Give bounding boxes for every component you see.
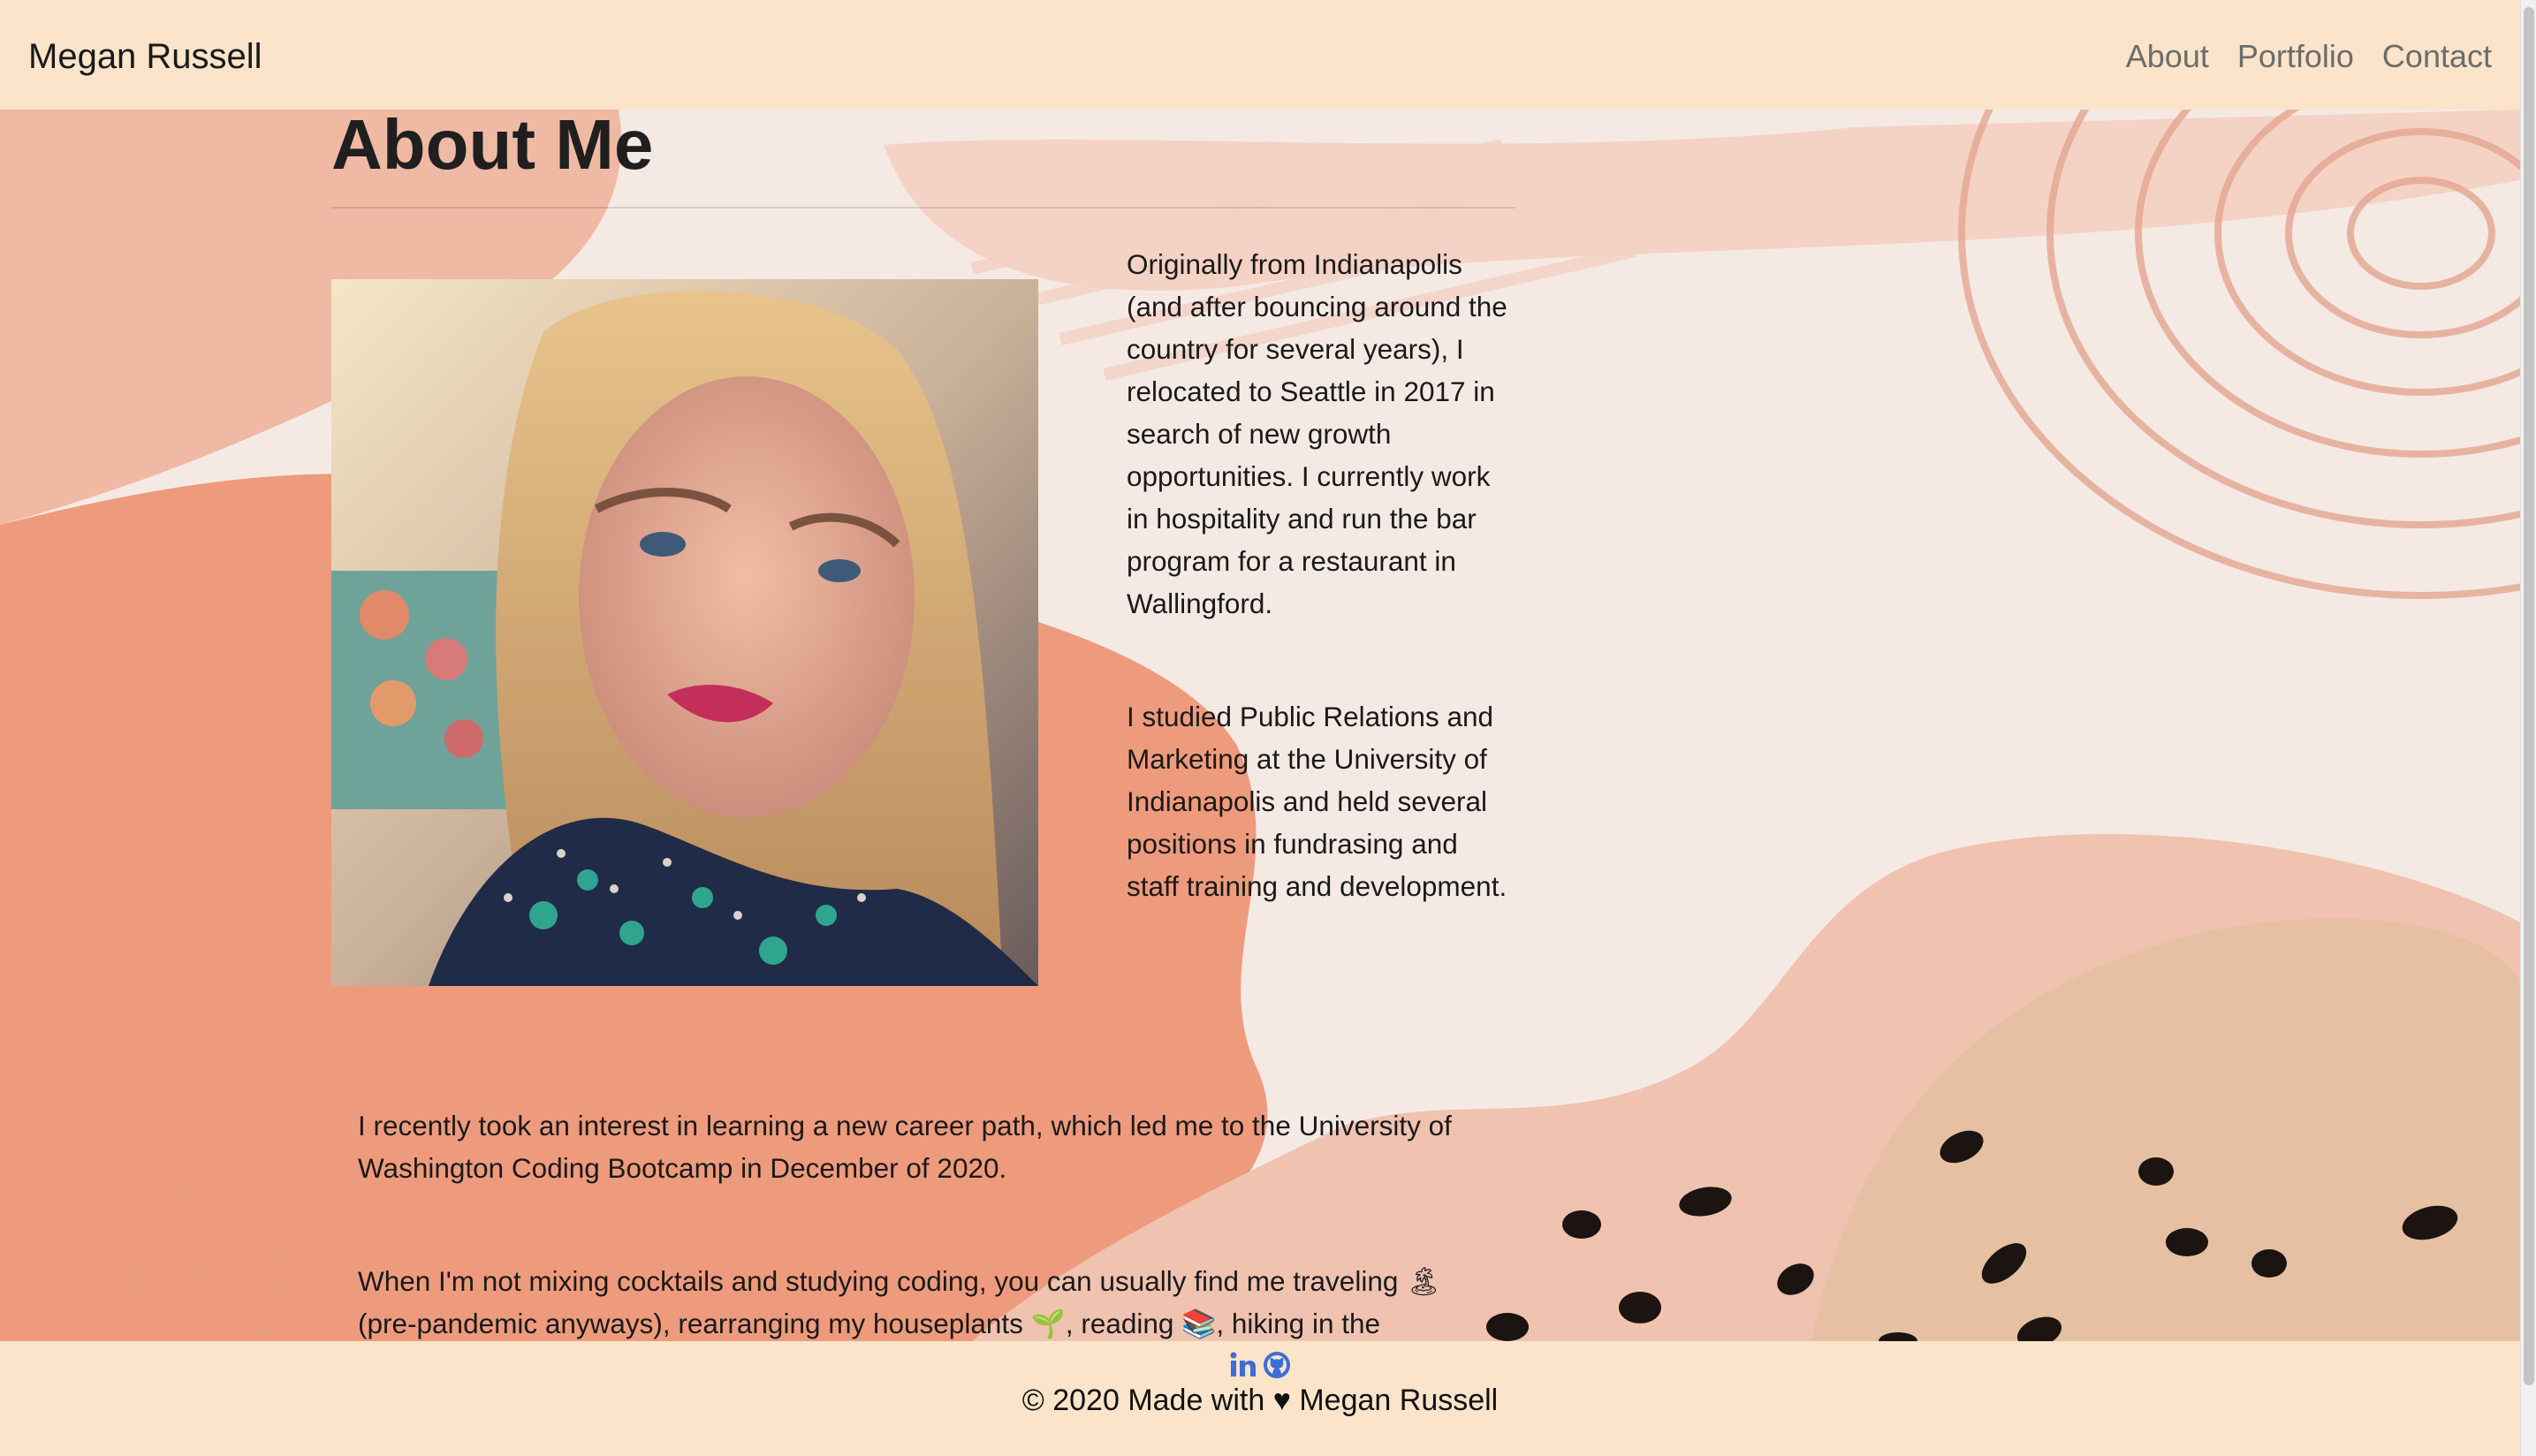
about-paragraph: When I'm not mixing cocktails and studyi… xyxy=(358,1265,1442,1339)
nav-contact-link[interactable]: Contact xyxy=(2382,38,2492,75)
bio-paragraph: I studied Public Relations and Marketing… xyxy=(1127,701,1507,902)
bio-column: Originally from Indianapolis (and after … xyxy=(1127,243,1515,978)
social-links xyxy=(1228,1350,1292,1380)
page-title: About Me xyxy=(331,104,1515,209)
about-section: About Me xyxy=(331,104,1515,209)
github-icon[interactable] xyxy=(1262,1350,1292,1380)
linkedin-icon[interactable] xyxy=(1228,1350,1258,1380)
nav-about-link[interactable]: About xyxy=(2126,38,2209,75)
footer: © 2020 Made with ♥ Megan Russell xyxy=(0,1341,2520,1456)
profile-photo xyxy=(331,279,1038,986)
copyright-text: © 2020 Made with ♥ Megan Russell xyxy=(1021,1384,1499,1417)
brand-link[interactable]: Megan Russell xyxy=(28,37,262,77)
nav-links: About Portfolio Contact xyxy=(2126,38,2492,75)
scrollbar-thumb[interactable] xyxy=(2524,7,2534,1385)
navbar: Megan Russell About Portfolio Contact xyxy=(0,4,2520,110)
bio-paragraph: Originally from Indianapolis (and after … xyxy=(1127,248,1507,619)
page-scrollbar[interactable] xyxy=(2520,0,2536,1456)
nav-portfolio-link[interactable]: Portfolio xyxy=(2237,38,2354,75)
about-paragraph: I recently took an interest in learning … xyxy=(358,1110,1452,1184)
